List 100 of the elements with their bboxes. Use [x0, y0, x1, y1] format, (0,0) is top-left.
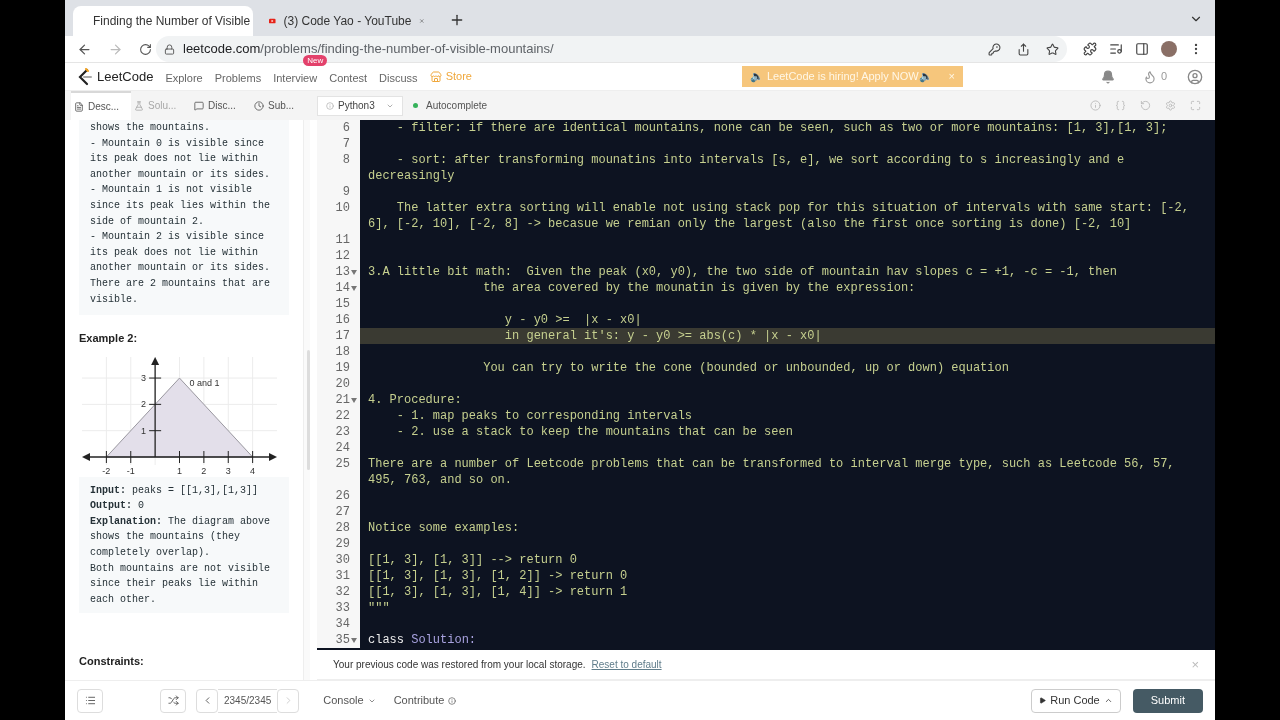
fold-icon[interactable] [351, 269, 357, 275]
nav-link[interactable]: Contest [329, 71, 368, 84]
code-line: 3.A little bit math: Given the peak (x0, y0), the two side of mountain hav slopes c = +1, -c = -1, then [368, 264, 1118, 280]
tick-label: 3 [225, 465, 231, 476]
fold-icon[interactable] [351, 285, 357, 291]
list-icon [84, 695, 96, 706]
panel-tab[interactable]: Desc... [71, 91, 131, 120]
panel-tab[interactable]: Sub... [251, 91, 311, 120]
flame-icon [1142, 69, 1157, 84]
line-number: 22 [335, 408, 350, 424]
nav-link[interactable]: Explore [165, 71, 203, 84]
example-text: Both mountains are not visible since their peaks lie within each other. [90, 561, 272, 607]
series-label: 0 and 1 [189, 377, 220, 388]
autocomplete-toggle[interactable]: Autocomplete [413, 98, 488, 113]
problem-list-button[interactable] [77, 688, 103, 713]
tick-label: 2 [140, 399, 146, 409]
tick-label: 1 [140, 425, 146, 436]
brand-name[interactable]: LeetCode [97, 66, 154, 87]
line-number: 29 [335, 536, 350, 552]
code-line: [[1, 3], [1, 3]] --> return 0 [368, 552, 578, 568]
flask-icon [134, 100, 144, 111]
line-number: 16 [335, 312, 350, 328]
line-number: 12 [335, 248, 350, 264]
line-number: 24 [335, 440, 350, 456]
contribute-button[interactable]: Contribute [393, 692, 457, 709]
tick-label: -2 [101, 465, 110, 476]
info-icon [448, 696, 457, 705]
panel-tab[interactable]: Disc... [191, 91, 251, 120]
console-button[interactable]: Console [323, 692, 376, 709]
code-line: """ [368, 600, 391, 616]
caret-icon [1103, 696, 1113, 705]
line-number: 7 [342, 136, 350, 152]
shuffle-icon [167, 695, 179, 706]
code-editor[interactable] [317, 120, 1215, 650]
chat-icon [194, 100, 204, 111]
side-panel-icon[interactable] [1135, 42, 1149, 56]
reload-icon[interactable] [139, 42, 152, 56]
tick-label: 4 [249, 465, 255, 476]
line-number: 27 [335, 504, 350, 520]
video-logo-icon [269, 16, 276, 26]
example-text: Output: 0 [90, 499, 146, 514]
clock-icon [254, 100, 264, 111]
language-select[interactable]: Python3 [317, 95, 403, 116]
nav-link[interactable]: Problems [214, 71, 262, 84]
code-line: - 2. use a stack to keep the mountains that can be seen [395, 424, 794, 440]
shuffle-button[interactable] [160, 688, 186, 713]
run-code-button[interactable]: Run Code [1031, 688, 1121, 713]
new-tab-icon[interactable] [449, 12, 465, 28]
key-icon[interactable] [988, 42, 1001, 56]
example-text: Explanation: The diagram above shows the mountains (they completely overlap). [90, 514, 272, 560]
progress-count: 2345/2345 [218, 688, 278, 713]
notice-text: Your previous code was restored from your local storage. [333, 658, 586, 672]
line-number: 20 [335, 376, 350, 392]
nav-link[interactable]: Interview [273, 71, 318, 84]
notification-icon[interactable] [1100, 69, 1115, 84]
fold-icon[interactable] [351, 637, 357, 643]
browser-tab[interactable]: (3) Code Yao - YouTube [257, 6, 437, 36]
line-number: 15 [335, 296, 350, 312]
tick-label: 2 [200, 465, 206, 476]
reset-link[interactable]: Reset to default [591, 657, 662, 672]
store-icon [429, 70, 442, 83]
tab-title: Finding the Number of Visible [93, 13, 251, 30]
tick-label: -1 [126, 465, 135, 476]
explanation-text: - Mountain 0 is visible since its peak does not lie within another mountain or its sides. [90, 136, 272, 182]
profile-avatar[interactable] [1161, 41, 1177, 57]
user-icon[interactable] [1187, 68, 1203, 85]
code-line: [[1, 3], [1, 3], [1, 2]] -> return 0 [368, 568, 629, 584]
line-number: 32 [335, 584, 350, 600]
line-number: 30 [335, 552, 350, 568]
submit-button[interactable]: Submit [1132, 688, 1203, 713]
code-line: - filter: if there are identical mountains, none can be seen, such as two or more mountains: [1, 3],[1, 3]; [395, 120, 1169, 136]
line-number: 21 [335, 392, 350, 408]
tick-label: 1 [176, 465, 182, 476]
explanation-text: - Mountain 2 is visible since its peak does not lie within another mountain or its sides. [90, 230, 272, 276]
fold-icon[interactable] [351, 397, 357, 403]
line-number: 34 [335, 616, 350, 632]
nav-link[interactable]: Discuss [379, 71, 418, 84]
code-line: 4. Procedure: [368, 392, 463, 408]
media-icon[interactable] [1109, 42, 1123, 56]
back-icon[interactable] [77, 41, 92, 57]
banner-text: 🔈 LeetCode is hiring! Apply NOW🔈 [749, 69, 933, 85]
code-line: Notice some examples: [368, 520, 521, 536]
streak-count: 0 [1160, 69, 1167, 85]
code-line: in general it's: y - y0 >= abs(c) * |x - x0| [503, 328, 823, 344]
line-number: 10 [335, 200, 350, 216]
explanation-text: - Mountain 1 is not visible since its peak lies within the side of mountain 2. [90, 183, 272, 229]
bookmark-icon[interactable] [1046, 42, 1059, 56]
lock-icon [164, 43, 175, 55]
browser-tab[interactable]: Finding the Number of Visible [73, 6, 253, 36]
extensions-icon[interactable] [1083, 42, 1097, 56]
line-number: 18 [335, 344, 350, 360]
line-number: 31 [335, 568, 350, 584]
explanation-text: There are 2 mountains that are visible. [90, 276, 272, 307]
code-line: - 1. map peaks to corresponding intervals [395, 408, 694, 424]
code-line: the area covered by the mounatin is given by the expression: [482, 280, 917, 296]
play-icon [1039, 697, 1047, 704]
new-badge: New [303, 54, 328, 66]
share-icon[interactable] [1017, 42, 1030, 56]
line-number: 17 [335, 328, 350, 344]
line-number: 28 [335, 520, 350, 536]
